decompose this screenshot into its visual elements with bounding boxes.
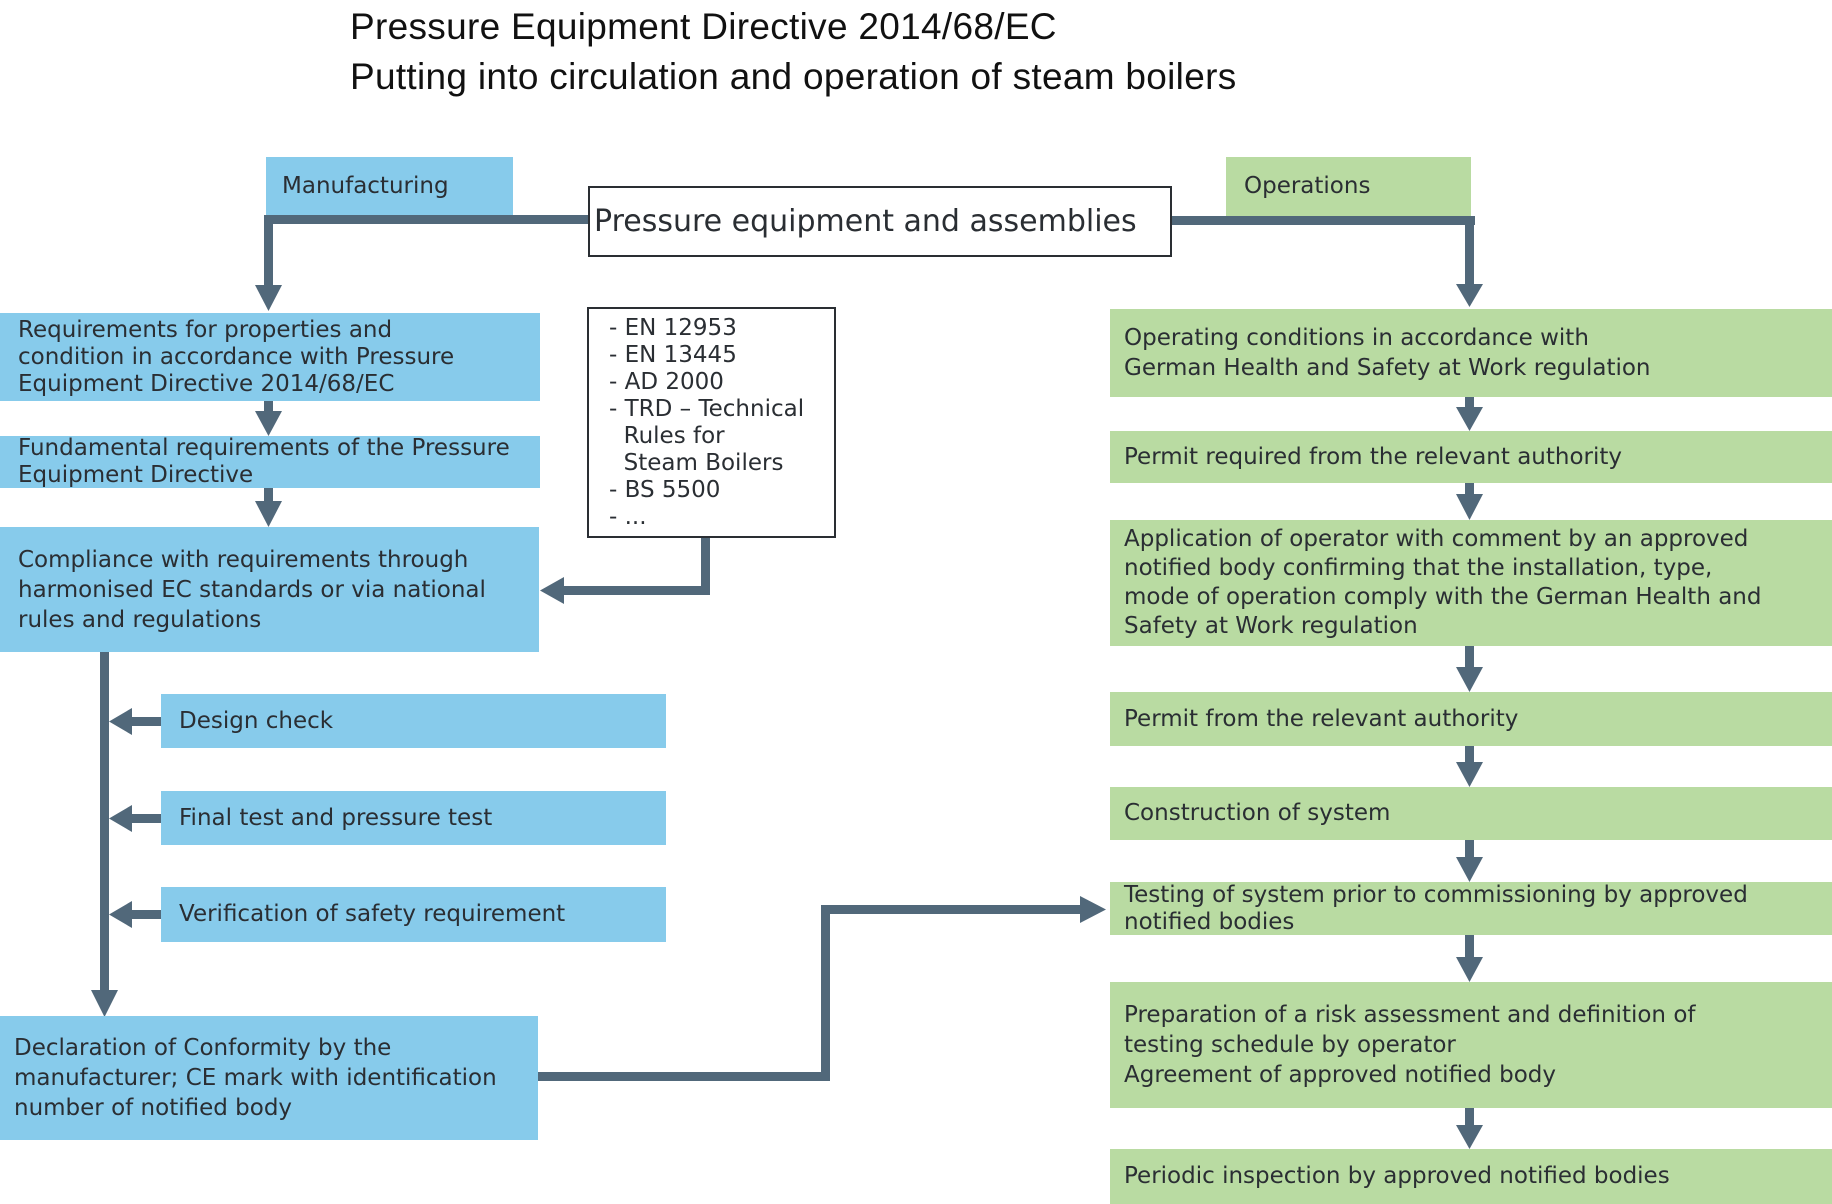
connector-center-to-operations-h — [1172, 216, 1475, 225]
operations-step-label: Testing of system prior to commissioning… — [1124, 881, 1748, 935]
arrow-down-icon — [255, 285, 282, 311]
operations-header: Operations — [1226, 157, 1471, 216]
standards-item: - EN 13445 — [609, 342, 737, 368]
operations-step-construction: Construction of system — [1110, 787, 1832, 840]
operations-step-label: Periodic inspection by approved notified… — [1124, 1163, 1670, 1189]
connector-design-check — [130, 717, 162, 726]
operations-step-testing: Testing of system prior to commissioning… — [1110, 882, 1832, 935]
manufacturing-step-label: Fundamental requirements of the Pressure… — [18, 435, 510, 488]
operations-step-permit-required: Permit required from the relevant author… — [1110, 431, 1832, 483]
connector-ops-6-7 — [1465, 935, 1474, 959]
arrow-down-icon — [1456, 957, 1483, 982]
operations-step-application: Application of operator with comment by … — [1110, 520, 1832, 646]
operations-step-label: Permit required from the relevant author… — [1124, 443, 1623, 470]
connector-standards-h — [562, 586, 710, 595]
manufacturing-header: Manufacturing — [266, 157, 513, 215]
standards-list: - EN 12953- EN 13445- AD 2000- TRD – Tec… — [587, 307, 836, 538]
standards-item: - AD 2000 — [609, 369, 724, 395]
standards-item: Steam Boilers — [609, 450, 784, 476]
manufacturing-step-label: Compliance with requirements through har… — [18, 546, 486, 633]
operations-step-label: Application of operator with comment by … — [1124, 526, 1762, 639]
arrow-down-icon — [1456, 762, 1483, 787]
manufacturing-step-label: Requirements for properties and conditio… — [18, 316, 455, 397]
operations-step-label: Operating conditions in accordance with … — [1124, 325, 1651, 381]
connector-compliance-to-declaration — [100, 652, 109, 992]
check-label: Verification of safety requirement — [179, 901, 566, 927]
connector-ops-7-8 — [1465, 1108, 1474, 1126]
operations-step-operating-conditions: Operating conditions in accordance with … — [1110, 309, 1832, 397]
standards-items: - EN 12953- EN 13445- AD 2000- TRD – Tec… — [609, 315, 804, 531]
operations-step-permit: Permit from the relevant authority — [1110, 692, 1832, 746]
check-verification: Verification of safety requirement — [161, 887, 666, 942]
arrow-down-icon — [1456, 667, 1483, 692]
connector-mfg-2-3 — [264, 488, 273, 502]
connector-center-to-manufacturing-h — [264, 215, 589, 224]
connector-verification — [130, 910, 162, 919]
connector-center-to-manufacturing-v — [264, 215, 273, 287]
manufacturing-step-requirements: Requirements for properties and conditio… — [0, 313, 540, 401]
connector-ops-3-4 — [1465, 646, 1474, 668]
arrow-down-icon — [1456, 1125, 1483, 1149]
manufacturing-step-fundamental: Fundamental requirements of the Pressure… — [0, 435, 540, 488]
standards-item: Rules for — [609, 423, 725, 449]
standards-item: - TRD – Technical — [609, 396, 805, 422]
arrow-down-icon — [255, 411, 282, 436]
connector-declaration-h — [538, 1072, 830, 1081]
manufacturing-header-label: Manufacturing — [282, 172, 449, 199]
connector-center-to-operations-v — [1465, 216, 1474, 286]
arrow-left-icon — [540, 577, 564, 604]
operations-step-risk-assessment: Preparation of a risk assessment and def… — [1110, 982, 1832, 1108]
operations-header-label: Operations — [1244, 173, 1371, 199]
check-label: Final test and pressure test — [179, 804, 493, 831]
center-node-label: Pressure equipment and assemblies — [594, 204, 1137, 239]
connector-declaration-v — [821, 905, 830, 1081]
declaration-of-conformity: Declaration of Conformity by the manufac… — [0, 1016, 538, 1140]
arrow-down-icon — [1456, 284, 1483, 307]
connector-ops-4-5 — [1465, 746, 1474, 764]
standards-item: - BS 5500 — [609, 477, 721, 503]
standards-item: - EN 12953 — [609, 315, 737, 341]
arrow-left-icon — [109, 708, 132, 735]
arrow-down-icon — [1456, 857, 1483, 882]
manufacturing-step-compliance: Compliance with requirements through har… — [0, 527, 539, 652]
center-node: Pressure equipment and assemblies — [588, 186, 1172, 257]
connector-ops-2-3 — [1465, 483, 1474, 495]
check-final-test: Final test and pressure test — [161, 791, 666, 845]
connector-ops-5-6 — [1465, 840, 1474, 858]
arrow-down-icon — [1456, 407, 1483, 431]
operations-step-periodic-inspection: Periodic inspection by approved notified… — [1110, 1149, 1832, 1204]
declaration-label: Declaration of Conformity by the manufac… — [14, 1035, 497, 1121]
operations-step-label: Construction of system — [1124, 800, 1391, 826]
check-label: Design check — [179, 707, 334, 734]
operations-step-label: Permit from the relevant authority — [1124, 705, 1519, 732]
arrow-right-icon — [1080, 896, 1106, 923]
check-design: Design check — [161, 694, 666, 748]
standards-item: - ... — [609, 504, 647, 530]
connector-to-testing-h — [821, 905, 1083, 914]
arrow-down-icon — [1456, 494, 1483, 520]
arrow-left-icon — [109, 805, 132, 832]
arrow-down-icon — [91, 990, 118, 1017]
arrow-down-icon — [255, 501, 282, 527]
arrow-left-icon — [109, 901, 132, 928]
operations-step-label: Preparation of a risk assessment and def… — [1124, 1002, 1696, 1088]
connector-final-test — [130, 814, 162, 823]
